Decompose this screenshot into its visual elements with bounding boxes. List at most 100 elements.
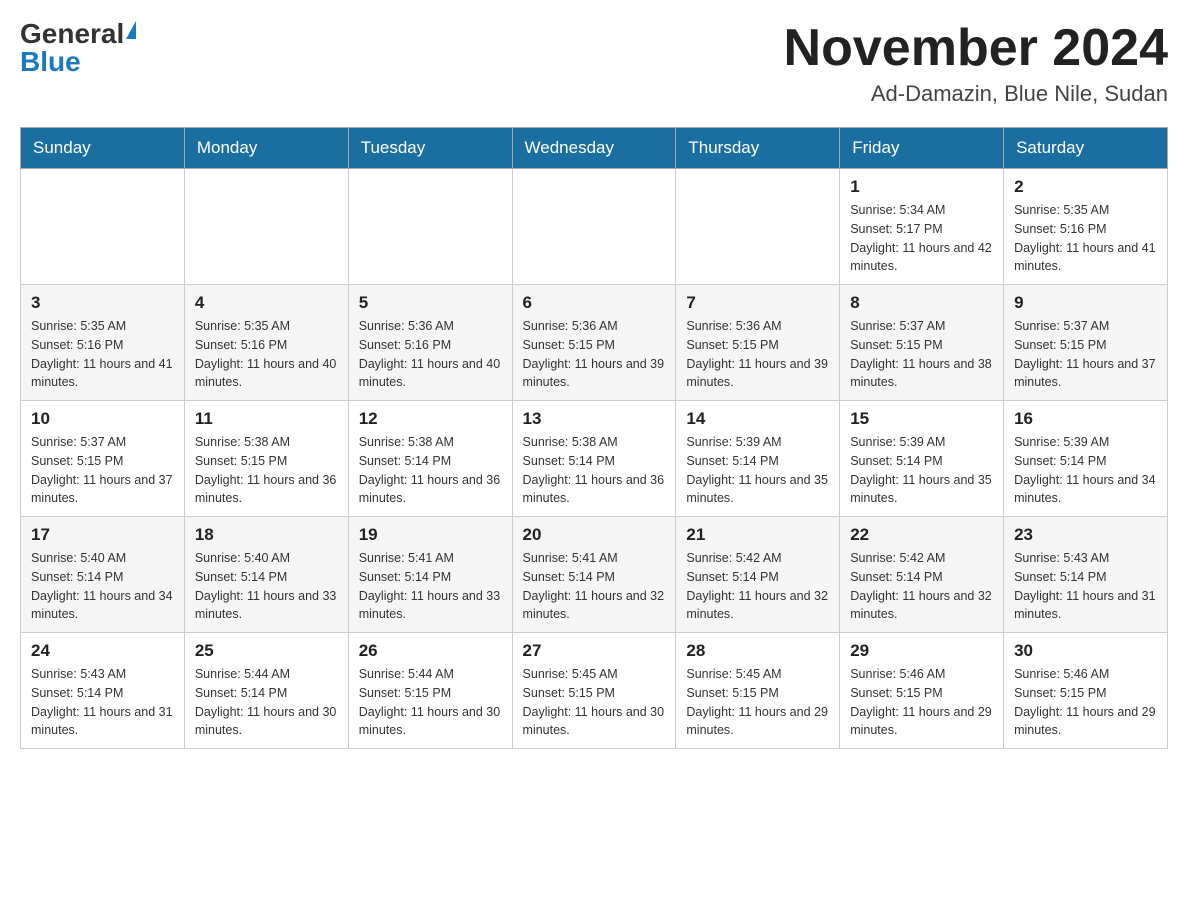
calendar-cell: 1 Sunrise: 5:34 AMSunset: 5:17 PMDaylight… xyxy=(840,169,1004,285)
calendar-cell: 8Sunrise: 5:37 AMSunset: 5:15 PMDaylight… xyxy=(840,285,1004,401)
calendar-cell xyxy=(348,169,512,285)
day-number: 2 xyxy=(1014,177,1157,197)
day-header-saturday: Saturday xyxy=(1004,128,1168,169)
days-of-week-row: SundayMondayTuesdayWednesdayThursdayFrid… xyxy=(21,128,1168,169)
calendar-header: SundayMondayTuesdayWednesdayThursdayFrid… xyxy=(21,128,1168,169)
day-header-monday: Monday xyxy=(184,128,348,169)
day-number: 22 xyxy=(850,525,993,545)
day-info: Sunrise: 5:36 AMSunset: 5:15 PMDaylight:… xyxy=(686,317,829,392)
day-info: Sunrise: 5:42 AMSunset: 5:14 PMDaylight:… xyxy=(850,549,993,624)
calendar-cell xyxy=(676,169,840,285)
calendar-cell: 25 Sunrise: 5:44 AMSunset: 5:14 PMDayligh… xyxy=(184,633,348,749)
title-block: November 2024 Ad-Damazin, Blue Nile, Sud… xyxy=(784,20,1168,107)
day-info: Sunrise: 5:46 AMSunset: 5:15 PMDaylight:… xyxy=(850,665,993,740)
location-text: Ad-Damazin, Blue Nile, Sudan xyxy=(784,81,1168,107)
day-number: 30 xyxy=(1014,641,1157,661)
day-info: Sunrise: 5:38 AMSunset: 5:14 PMDaylight:… xyxy=(359,433,502,508)
day-info: Sunrise: 5:36 AMSunset: 5:16 PMDaylight:… xyxy=(359,317,502,392)
day-info: Sunrise: 5:35 AMSunset: 5:16 PMDaylight:… xyxy=(195,317,338,392)
calendar-cell: 30Sunrise: 5:46 AMSunset: 5:15 PMDayligh… xyxy=(1004,633,1168,749)
day-number: 9 xyxy=(1014,293,1157,313)
day-info: Sunrise: 5:37 AMSunset: 5:15 PMDaylight:… xyxy=(850,317,993,392)
month-title: November 2024 xyxy=(784,20,1168,77)
day-number: 18 xyxy=(195,525,338,545)
day-number: 21 xyxy=(686,525,829,545)
day-info: Sunrise: 5:36 AMSunset: 5:15 PMDaylight:… xyxy=(523,317,666,392)
calendar-week-row: 1 Sunrise: 5:34 AMSunset: 5:17 PMDaylight… xyxy=(21,169,1168,285)
calendar-cell: 2 Sunrise: 5:35 AMSunset: 5:16 PMDaylight… xyxy=(1004,169,1168,285)
day-header-thursday: Thursday xyxy=(676,128,840,169)
day-info: Sunrise: 5:44 AMSunset: 5:14 PMDaylight:… xyxy=(195,665,338,740)
day-number: 1 xyxy=(850,177,993,197)
day-number: 11 xyxy=(195,409,338,429)
calendar-week-row: 10 Sunrise: 5:37 AMSunset: 5:15 PMDayligh… xyxy=(21,401,1168,517)
calendar-cell: 10 Sunrise: 5:37 AMSunset: 5:15 PMDayligh… xyxy=(21,401,185,517)
calendar-cell: 17 Sunrise: 5:40 AMSunset: 5:14 PMDayligh… xyxy=(21,517,185,633)
calendar-cell: 4 Sunrise: 5:35 AMSunset: 5:16 PMDaylight… xyxy=(184,285,348,401)
calendar-cell: 6 Sunrise: 5:36 AMSunset: 5:15 PMDaylight… xyxy=(512,285,676,401)
day-info: Sunrise: 5:43 AMSunset: 5:14 PMDaylight:… xyxy=(1014,549,1157,624)
calendar-cell: 14Sunrise: 5:39 AMSunset: 5:14 PMDayligh… xyxy=(676,401,840,517)
day-info: Sunrise: 5:37 AMSunset: 5:15 PMDaylight:… xyxy=(1014,317,1157,392)
day-header-sunday: Sunday xyxy=(21,128,185,169)
day-info: Sunrise: 5:43 AMSunset: 5:14 PMDaylight:… xyxy=(31,665,174,740)
calendar-cell: 15 Sunrise: 5:39 AMSunset: 5:14 PMDayligh… xyxy=(840,401,1004,517)
day-info: Sunrise: 5:40 AMSunset: 5:14 PMDaylight:… xyxy=(31,549,174,624)
day-header-tuesday: Tuesday xyxy=(348,128,512,169)
day-number: 17 xyxy=(31,525,174,545)
calendar-body: 1 Sunrise: 5:34 AMSunset: 5:17 PMDaylight… xyxy=(21,169,1168,749)
day-number: 20 xyxy=(523,525,666,545)
day-number: 3 xyxy=(31,293,174,313)
day-number: 13 xyxy=(523,409,666,429)
page-header: General Blue November 2024 Ad-Damazin, B… xyxy=(20,20,1168,107)
calendar-cell: 3 Sunrise: 5:35 AMSunset: 5:16 PMDaylight… xyxy=(21,285,185,401)
day-number: 25 xyxy=(195,641,338,661)
day-number: 29 xyxy=(850,641,993,661)
logo-general-text: General xyxy=(20,20,124,48)
day-info: Sunrise: 5:34 AMSunset: 5:17 PMDaylight:… xyxy=(850,201,993,276)
calendar-cell xyxy=(21,169,185,285)
day-number: 19 xyxy=(359,525,502,545)
day-number: 6 xyxy=(523,293,666,313)
day-info: Sunrise: 5:37 AMSunset: 5:15 PMDaylight:… xyxy=(31,433,174,508)
day-info: Sunrise: 5:35 AMSunset: 5:16 PMDaylight:… xyxy=(1014,201,1157,276)
calendar-week-row: 17 Sunrise: 5:40 AMSunset: 5:14 PMDayligh… xyxy=(21,517,1168,633)
calendar-table: SundayMondayTuesdayWednesdayThursdayFrid… xyxy=(20,127,1168,749)
day-number: 23 xyxy=(1014,525,1157,545)
calendar-week-row: 3 Sunrise: 5:35 AMSunset: 5:16 PMDaylight… xyxy=(21,285,1168,401)
calendar-cell: 28 Sunrise: 5:45 AMSunset: 5:15 PMDayligh… xyxy=(676,633,840,749)
day-number: 26 xyxy=(359,641,502,661)
calendar-cell: 11Sunrise: 5:38 AMSunset: 5:15 PMDayligh… xyxy=(184,401,348,517)
day-info: Sunrise: 5:39 AMSunset: 5:14 PMDaylight:… xyxy=(850,433,993,508)
calendar-cell: 26 Sunrise: 5:44 AMSunset: 5:15 PMDayligh… xyxy=(348,633,512,749)
day-info: Sunrise: 5:45 AMSunset: 5:15 PMDaylight:… xyxy=(686,665,829,740)
calendar-cell: 20Sunrise: 5:41 AMSunset: 5:14 PMDayligh… xyxy=(512,517,676,633)
day-info: Sunrise: 5:44 AMSunset: 5:15 PMDaylight:… xyxy=(359,665,502,740)
calendar-cell: 19 Sunrise: 5:41 AMSunset: 5:14 PMDayligh… xyxy=(348,517,512,633)
day-info: Sunrise: 5:45 AMSunset: 5:15 PMDaylight:… xyxy=(523,665,666,740)
day-number: 4 xyxy=(195,293,338,313)
logo: General Blue xyxy=(20,20,136,76)
calendar-cell xyxy=(184,169,348,285)
day-info: Sunrise: 5:35 AMSunset: 5:16 PMDaylight:… xyxy=(31,317,174,392)
day-number: 24 xyxy=(31,641,174,661)
day-number: 15 xyxy=(850,409,993,429)
calendar-cell: 9 Sunrise: 5:37 AMSunset: 5:15 PMDaylight… xyxy=(1004,285,1168,401)
calendar-cell: 21Sunrise: 5:42 AMSunset: 5:14 PMDayligh… xyxy=(676,517,840,633)
day-info: Sunrise: 5:39 AMSunset: 5:14 PMDaylight:… xyxy=(1014,433,1157,508)
calendar-cell: 12Sunrise: 5:38 AMSunset: 5:14 PMDayligh… xyxy=(348,401,512,517)
calendar-cell: 24 Sunrise: 5:43 AMSunset: 5:14 PMDayligh… xyxy=(21,633,185,749)
logo-blue-text: Blue xyxy=(20,48,81,76)
day-number: 10 xyxy=(31,409,174,429)
calendar-cell: 18Sunrise: 5:40 AMSunset: 5:14 PMDayligh… xyxy=(184,517,348,633)
day-number: 28 xyxy=(686,641,829,661)
calendar-cell: 5 Sunrise: 5:36 AMSunset: 5:16 PMDaylight… xyxy=(348,285,512,401)
calendar-cell: 13 Sunrise: 5:38 AMSunset: 5:14 PMDayligh… xyxy=(512,401,676,517)
calendar-cell xyxy=(512,169,676,285)
day-info: Sunrise: 5:38 AMSunset: 5:14 PMDaylight:… xyxy=(523,433,666,508)
calendar-cell: 16Sunrise: 5:39 AMSunset: 5:14 PMDayligh… xyxy=(1004,401,1168,517)
day-number: 5 xyxy=(359,293,502,313)
day-header-wednesday: Wednesday xyxy=(512,128,676,169)
logo-triangle-icon xyxy=(126,21,136,39)
day-info: Sunrise: 5:41 AMSunset: 5:14 PMDaylight:… xyxy=(359,549,502,624)
